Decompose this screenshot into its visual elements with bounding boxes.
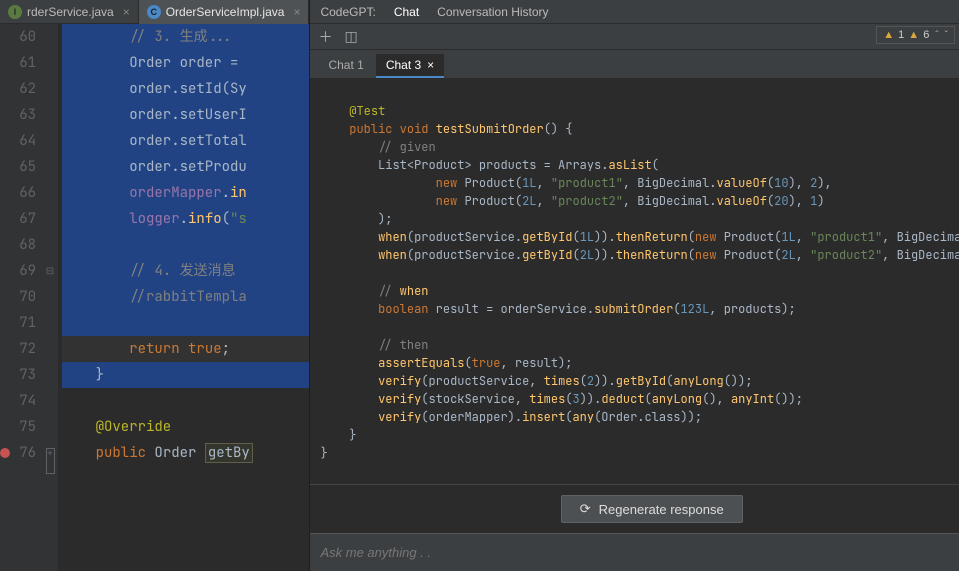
chat-toolbar: ＋ ◫	[310, 24, 959, 50]
chat-tab-label: Chat 1	[328, 58, 363, 72]
warn-count-1: 1	[898, 29, 904, 41]
panel-title: CodeGPT:	[320, 5, 375, 19]
refresh-icon: ⟳	[580, 501, 591, 517]
chat-tab-1[interactable]: Chat 1	[318, 54, 373, 78]
file-tab-orderserviceimpl[interactable]: C OrderServiceImpl.java ×	[139, 0, 310, 24]
chat-input-row: Ask me anything . . ➤	[310, 533, 959, 571]
chat-response[interactable]: @Test public void testSubmitOrder() { //…	[310, 78, 959, 484]
close-icon[interactable]: ×	[123, 5, 130, 19]
line-gutter: 6061626364656667686970717273747576	[0, 24, 42, 571]
code-editor: I rderService.java × C OrderServiceImpl.…	[0, 0, 310, 571]
warning-icon: ▲	[908, 29, 919, 41]
warn-count-2: 6	[923, 29, 929, 41]
regen-row: ⟳ Regenerate response	[310, 484, 959, 533]
chevron-down-icon[interactable]: ˇ	[945, 30, 948, 41]
chat-panel: CodeGPT: Chat Conversation History ⚙ ＋ ◫…	[310, 0, 959, 571]
chat-tab-label: Chat 3	[386, 58, 421, 72]
regenerate-button[interactable]: ⟳ Regenerate response	[561, 495, 743, 523]
code-body[interactable]: // 3. 生成... Order order = order.setId(Sy…	[58, 24, 309, 571]
chat-header: CodeGPT: Chat Conversation History ⚙	[310, 0, 959, 24]
warning-icon: ▲	[883, 29, 894, 41]
file-tab-label: rderService.java	[27, 5, 114, 19]
editor-tabs: I rderService.java × C OrderServiceImpl.…	[0, 0, 309, 24]
panels-icon[interactable]: ◫	[344, 28, 357, 45]
file-tab-rderservice[interactable]: I rderService.java ×	[0, 0, 139, 24]
close-icon[interactable]: ×	[427, 58, 434, 72]
menu-history[interactable]: Conversation History	[437, 5, 548, 19]
file-tab-label: OrderServiceImpl.java	[166, 5, 285, 19]
code-area[interactable]: 6061626364656667686970717273747576 ⊟+ //…	[0, 24, 309, 571]
chevron-up-icon[interactable]: ˆ	[935, 30, 938, 41]
chat-tabs: Chat 1 Chat 3 ×	[310, 50, 959, 78]
menu-chat[interactable]: Chat	[394, 5, 419, 19]
chat-input[interactable]: Ask me anything . .	[320, 545, 959, 560]
regen-label: Regenerate response	[599, 502, 724, 517]
java-class-icon: C	[147, 5, 161, 19]
new-chat-icon[interactable]: ＋	[318, 27, 332, 47]
inspection-bar[interactable]: ▲ 1 ▲ 6 ˆ ˇ	[876, 26, 955, 44]
chat-tab-3[interactable]: Chat 3 ×	[376, 54, 444, 78]
fold-column: ⊟+	[42, 24, 58, 571]
java-interface-icon: I	[8, 5, 22, 19]
close-icon[interactable]: ×	[293, 5, 300, 19]
